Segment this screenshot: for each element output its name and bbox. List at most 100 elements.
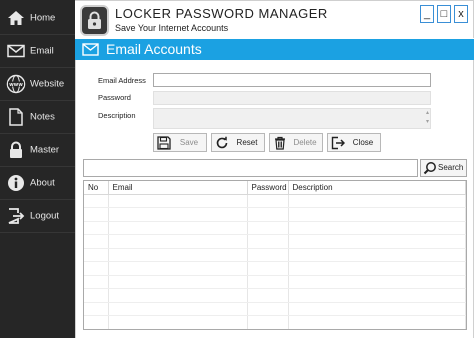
save-button[interactable]: Save [153,133,207,152]
table-cell [108,194,248,208]
table-cell [108,248,248,262]
table-cell [108,315,248,329]
table-cell [108,207,248,222]
table-cell [108,275,248,289]
sidebar: Home Email www Website Notes Master Abou… [0,0,75,338]
section-header: Email Accounts [75,39,474,60]
sidebar-item-home[interactable]: Home [0,2,75,35]
table-cell [108,221,248,235]
sidebar-item-notes[interactable]: Notes [0,101,75,134]
table-row[interactable] [84,221,466,235]
app-subtitle: Save Your Internet Accounts [115,23,229,33]
reset-button[interactable]: Reset [211,133,265,152]
logout-icon [6,206,26,226]
table-body [84,194,466,329]
email-accounts-panel: Email Address Password Description ▴ ▾ Sa… [75,60,474,338]
sidebar-item-label: Email [30,45,54,57]
delete-label: Delete [293,138,317,147]
exit-icon [331,136,346,150]
table-cell [247,261,289,276]
password-label: Password [98,93,131,102]
delete-button[interactable]: Delete [269,133,323,152]
password-input[interactable] [153,91,431,105]
description-label: Description [98,111,136,120]
table-cell [84,261,109,276]
close-button[interactable]: Close [327,133,381,152]
sidebar-item-label: Logout [30,210,60,222]
reset-label: Reset [236,138,258,147]
table-cell [247,288,289,303]
search-input[interactable] [83,159,418,177]
table-cell [247,194,289,208]
lock-icon [6,140,26,160]
table-cell [108,288,248,303]
table-cell [288,315,466,329]
table-cell [108,302,248,316]
table-cell [247,315,289,329]
table-row[interactable] [84,234,466,249]
title-bar: LOCKER PASSWORD MANAGER Save Your Intern… [75,0,474,38]
trash-icon [273,136,287,150]
info-icon [6,173,26,193]
table-cell [288,248,466,262]
envelope-icon [82,43,99,58]
table-row[interactable] [84,302,466,316]
table-cell [247,275,289,289]
search-label: Search [438,163,464,172]
column-header-email[interactable]: Email [108,181,248,195]
home-icon [6,8,26,28]
column-header-description[interactable]: Description [288,181,466,195]
table-cell [84,221,109,235]
accounts-grid[interactable]: No Email Password Description [83,180,467,330]
sidebar-item-logout[interactable]: Logout [0,200,75,233]
sidebar-item-website[interactable]: www Website [0,68,75,101]
table-row[interactable] [84,248,466,262]
sidebar-item-label: Home [30,12,56,24]
search-button[interactable]: Search [420,159,467,177]
table-cell [288,194,466,208]
notes-icon [6,107,26,127]
table-cell [84,234,109,249]
table-cell [247,207,289,222]
table-row[interactable] [84,288,466,303]
sidebar-item-label: Website [30,78,65,90]
spinner-arrows-icon: ▴ ▾ [425,110,429,125]
sidebar-item-email[interactable]: Email [0,35,75,68]
table-row[interactable] [84,194,466,208]
table-cell [288,275,466,289]
maximize-button[interactable]: □ [437,5,451,23]
table-cell [288,302,466,316]
table-cell [288,288,466,303]
email-address-input[interactable] [153,73,431,87]
description-textarea[interactable]: ▴ ▾ [153,108,431,129]
table-row[interactable] [84,207,466,222]
column-header-no[interactable]: No [84,181,109,195]
save-label: Save [179,138,199,147]
close-window-button[interactable]: x [454,5,468,23]
table-cell [84,194,109,208]
table-row[interactable] [84,275,466,289]
sidebar-item-label: About [30,177,55,189]
table-header-row: No Email Password Description [84,181,466,195]
table-cell [84,248,109,262]
table-cell [247,221,289,235]
table-cell [84,275,109,289]
table-cell [288,221,466,235]
table-row[interactable] [84,261,466,276]
table-cell [288,234,466,249]
svg-text:www: www [9,82,23,88]
globe-www-icon: www [6,74,26,94]
table-row[interactable] [84,315,466,329]
email-address-label: Email Address [98,76,146,85]
refresh-icon [215,136,229,150]
table-cell [108,234,248,249]
column-header-password[interactable]: Password [247,181,289,195]
sidebar-item-about[interactable]: About [0,167,75,200]
sidebar-item-master[interactable]: Master [0,134,75,167]
email-icon [6,41,26,61]
table-cell [247,248,289,262]
table-cell [84,315,109,329]
section-title: Email Accounts [106,41,202,57]
table-cell [247,234,289,249]
minimize-button[interactable]: _ [420,5,434,23]
